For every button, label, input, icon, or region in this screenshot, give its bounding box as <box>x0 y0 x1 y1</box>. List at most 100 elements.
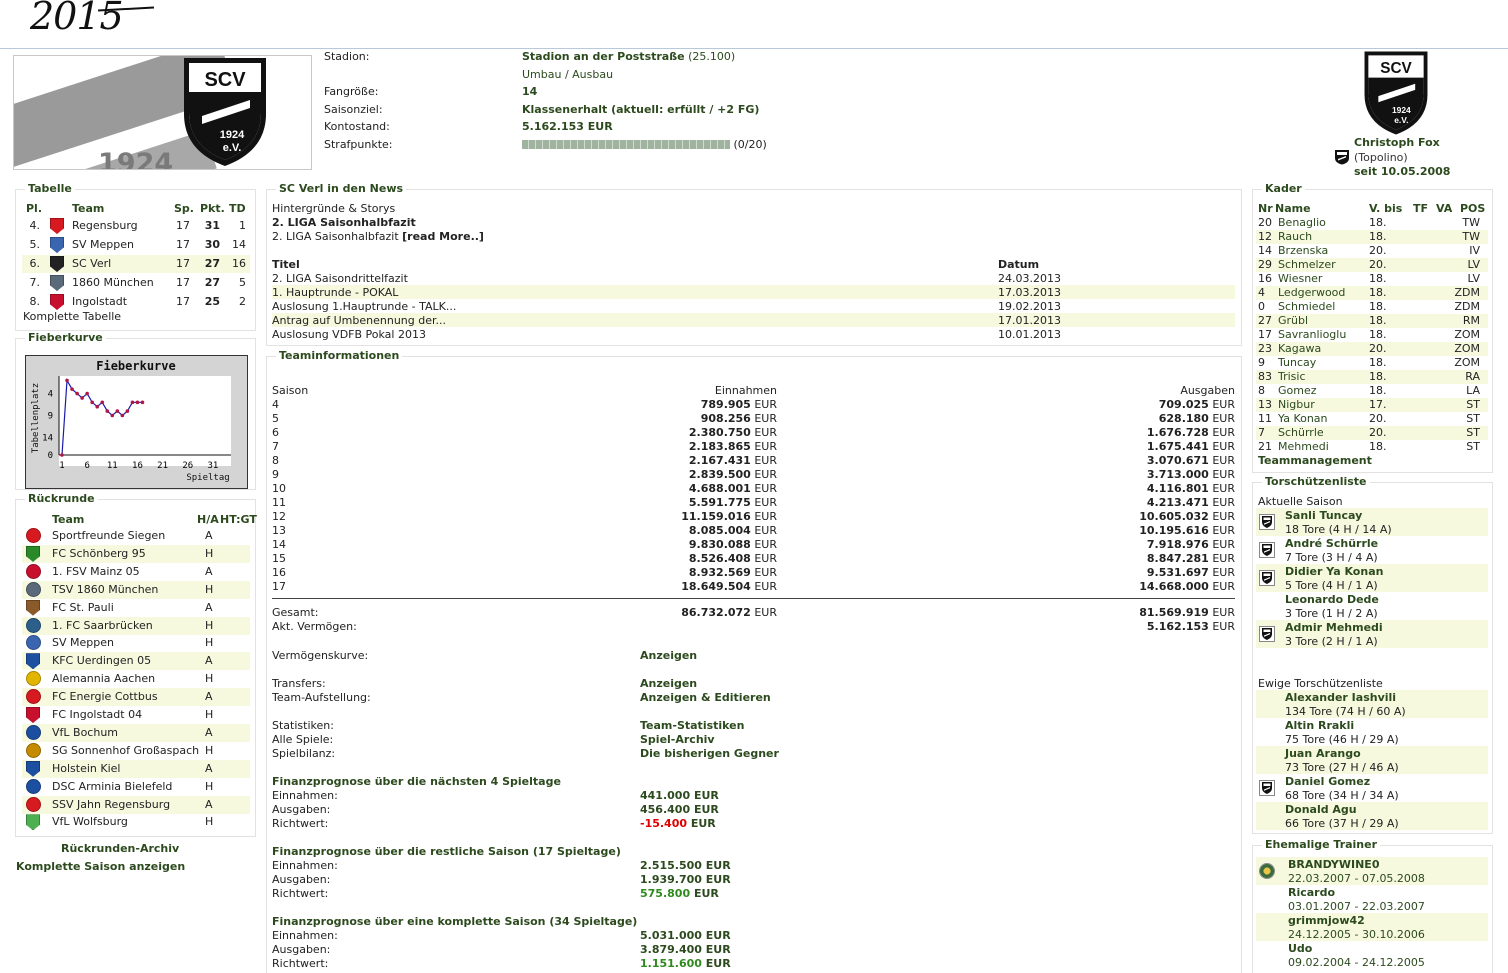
player-row[interactable]: 8 Gomez 18. LA <box>1256 384 1488 398</box>
opponent-name[interactable]: FC St. Pauli <box>52 601 114 614</box>
scorer-row[interactable]: Juan Arango 73 Tore (27 H / 46 A) <box>1256 746 1488 774</box>
player-name[interactable]: Schmiedel <box>1278 300 1335 313</box>
opponent-name[interactable]: Sportfreunde Siegen <box>52 529 165 542</box>
team-name[interactable]: Regensburg <box>72 219 138 232</box>
scorer-name[interactable]: Leonardo Dede <box>1285 593 1379 606</box>
umbau-link[interactable]: Umbau / Ausbau <box>522 68 613 81</box>
team-name[interactable]: Ingolstadt <box>72 295 127 308</box>
teaminfo-link[interactable]: Anzeigen <box>640 677 697 690</box>
player-name[interactable]: Tuncay <box>1278 356 1316 369</box>
player-name[interactable]: Savranlioglu <box>1278 328 1346 341</box>
stadion-value[interactable]: Stadion an der Poststraße (25.100) <box>522 50 735 63</box>
news-row[interactable]: Antrag auf Umbenennung der... 17.01.2013 <box>272 313 1235 327</box>
news-title-link[interactable]: 2. LIGA Saisondrittelfazit <box>272 272 408 285</box>
opponent-name[interactable]: DSC Arminia Bielefeld <box>52 780 172 793</box>
team-name[interactable]: 1860 München <box>72 276 154 289</box>
opponent-name[interactable]: Holstein Kiel <box>52 762 121 775</box>
fixture-row[interactable]: SV Meppen H <box>22 634 250 652</box>
scorer-row[interactable]: Admir Mehmedi 3 Tore (2 H / 1 A) <box>1256 620 1488 648</box>
scorer-row[interactable]: André Schürrle 7 Tore (3 H / 4 A) <box>1256 536 1488 564</box>
scorer-name[interactable]: Daniel Gomez <box>1285 775 1370 788</box>
teaminfo-link[interactable]: Team-Statistiken <box>640 719 744 732</box>
fixture-row[interactable]: FC Schönberg 95 H <box>22 544 250 563</box>
opponent-name[interactable]: 1. FSV Mainz 05 <box>52 565 140 578</box>
team-name[interactable]: SV Meppen <box>72 238 134 251</box>
news-title-link[interactable]: Auslosung VDFB Pokal 2013 <box>272 328 426 341</box>
komplette-saison-link[interactable]: Komplette Saison anzeigen <box>16 860 185 873</box>
opponent-name[interactable]: 1. FC Saarbrücken <box>52 619 153 632</box>
opponent-name[interactable]: SSV Jahn Regensburg <box>52 798 170 811</box>
player-row[interactable]: 83 Trisic 18. RA <box>1256 370 1488 384</box>
news-title-link[interactable]: Antrag auf Umbenennung der... <box>272 314 446 327</box>
teaminfo-link[interactable]: Die bisherigen Gegner <box>640 747 779 760</box>
player-row[interactable]: 0 Schmiedel 18. ZDM <box>1256 300 1488 314</box>
fixture-row[interactable]: 1. FSV Mainz 05 A <box>22 563 250 581</box>
opponent-name[interactable]: VfL Wolfsburg <box>52 815 128 828</box>
fixture-row[interactable]: Sportfreunde Siegen A <box>22 527 250 545</box>
scorer-row[interactable]: Leonardo Dede 3 Tore (1 H / 2 A) <box>1256 592 1488 620</box>
player-row[interactable]: 23 Kagawa 20. ZOM <box>1256 342 1488 356</box>
news-row[interactable]: Auslosung 1.Hauptrunde - TALK... 19.02.20… <box>272 299 1235 313</box>
news-title-link[interactable]: Auslosung 1.Hauptrunde - TALK... <box>272 300 456 313</box>
fixture-row[interactable]: FC Ingolstadt 04 H <box>22 706 250 724</box>
scorer-row[interactable]: Sanli Tuncay 18 Tore (4 H / 14 A) <box>1256 508 1488 536</box>
trainer-name[interactable]: Udo <box>1288 942 1312 955</box>
fixture-row[interactable]: SG Sonnenhof Großaspach H <box>22 742 250 760</box>
teaminfo-link[interactable]: Spiel-Archiv <box>640 733 715 746</box>
scorer-row[interactable]: Daniel Gomez 68 Tore (34 H / 34 A) <box>1256 774 1488 802</box>
fixture-row[interactable]: FC St. Pauli A <box>22 599 250 617</box>
scorer-name[interactable]: André Schürrle <box>1285 537 1378 550</box>
table-row[interactable]: 4. Regensburg 17 31 1 <box>22 217 250 235</box>
team-name[interactable]: SC Verl <box>72 257 111 270</box>
news-title-link[interactable]: 1. Hauptrunde - POKAL <box>272 286 398 299</box>
scorer-name[interactable]: Admir Mehmedi <box>1285 621 1383 634</box>
table-row[interactable]: 7. 1860 München 17 27 5 <box>22 274 250 292</box>
scorer-row[interactable]: Donald Agu 66 Tore (37 H / 29 A) <box>1256 802 1488 830</box>
trainer-row[interactable]: Udo 09.02.2004 - 24.12.2005 <box>1256 941 1488 969</box>
player-row[interactable]: 13 Nigbur 17. ST <box>1256 398 1488 412</box>
player-row[interactable]: 29 Schmelzer 20. LV <box>1256 258 1488 272</box>
news-headline[interactable]: 2. LIGA Saisonhalbfazit <box>272 216 416 229</box>
player-name[interactable]: Wiesner <box>1278 272 1322 285</box>
player-name[interactable]: Gomez <box>1278 384 1317 397</box>
player-row[interactable]: 14 Brzenska 20. IV <box>1256 244 1488 258</box>
trainer-name[interactable]: Ricardo <box>1288 886 1335 899</box>
teaminfo-link[interactable]: Anzeigen & Editieren <box>640 691 771 704</box>
scorer-row[interactable]: Altin Rrakli 75 Tore (46 H / 29 A) <box>1256 718 1488 746</box>
player-row[interactable]: 27 Grübl 18. RM <box>1256 314 1488 328</box>
trainer-name[interactable]: grimmjow42 <box>1288 914 1365 927</box>
table-row[interactable]: 5. SV Meppen 17 30 14 <box>22 236 250 254</box>
player-row[interactable]: 16 Wiesner 18. LV <box>1256 272 1488 286</box>
opponent-name[interactable]: Alemannia Aachen <box>52 672 155 685</box>
player-name[interactable]: Benaglio <box>1278 216 1326 229</box>
player-name[interactable]: Nigbur <box>1278 398 1315 411</box>
opponent-name[interactable]: TSV 1860 München <box>52 583 158 596</box>
scorer-name[interactable]: Juan Arango <box>1285 747 1361 760</box>
player-name[interactable]: Ya Konan <box>1278 412 1328 425</box>
scorer-row[interactable]: Didier Ya Konan 5 Tore (4 H / 1 A) <box>1256 564 1488 592</box>
opponent-name[interactable]: VfL Bochum <box>52 726 118 739</box>
opponent-name[interactable]: FC Schönberg 95 <box>52 547 146 560</box>
player-name[interactable]: Grübl <box>1278 314 1308 327</box>
fixture-row[interactable]: VfL Wolfsburg H <box>22 813 250 831</box>
trainer-name[interactable]: BRANDYWINE0 <box>1288 858 1379 871</box>
opponent-name[interactable]: FC Energie Cottbus <box>52 690 158 703</box>
rueckrunden-archiv-link[interactable]: Rückrunden-Archiv <box>61 842 179 855</box>
table-row[interactable]: 8. Ingolstadt 17 25 2 <box>22 293 250 311</box>
news-row[interactable]: 2. LIGA Saisondrittelfazit 24.03.2013 <box>272 271 1235 285</box>
trainer-row[interactable]: BRANDYWINE0 22.03.2007 - 07.05.2008 <box>1256 857 1488 885</box>
manager-name[interactable]: Christoph Fox <box>1354 136 1440 149</box>
teaminfo-link[interactable]: Anzeigen <box>640 649 697 662</box>
komplette-tabelle-link[interactable]: Komplette Tabelle <box>23 310 121 323</box>
opponent-name[interactable]: FC Ingolstadt 04 <box>52 708 142 721</box>
trainer-row[interactable]: grimmjow42 24.12.2005 - 30.10.2006 <box>1256 913 1488 941</box>
player-name[interactable]: Schmelzer <box>1278 258 1336 271</box>
player-row[interactable]: 20 Benaglio 18. TW <box>1256 216 1488 230</box>
player-row[interactable]: 9 Tuncay 18. ZOM <box>1256 356 1488 370</box>
player-name[interactable]: Rauch <box>1278 230 1312 243</box>
player-name[interactable]: Ledgerwood <box>1278 286 1345 299</box>
opponent-name[interactable]: SG Sonnenhof Großaspach <box>52 744 199 757</box>
player-name[interactable]: Schürrle <box>1278 426 1324 439</box>
news-row[interactable]: 1. Hauptrunde - POKAL 17.03.2013 <box>272 285 1235 299</box>
player-row[interactable]: 11 Ya Konan 20. ST <box>1256 412 1488 426</box>
